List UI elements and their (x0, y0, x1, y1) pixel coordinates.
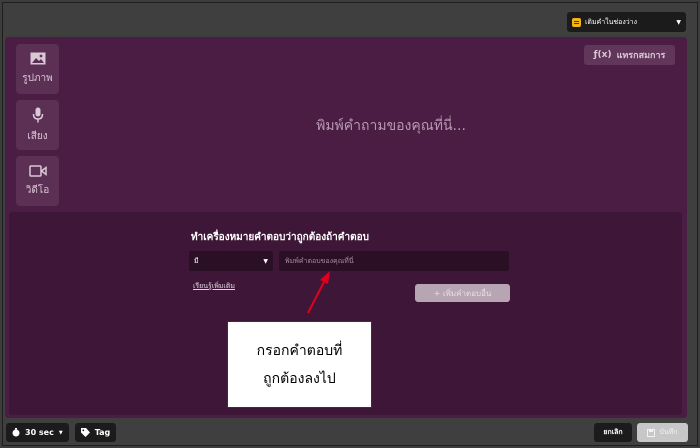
add-audio-label: เสียง (27, 130, 48, 142)
add-image-button[interactable]: รูปภาพ (16, 44, 59, 94)
save-button[interactable]: บันทึก (637, 423, 688, 442)
chevron-down-icon: ▼ (263, 257, 268, 265)
timer-dropdown[interactable]: 30 sec ▼ (6, 423, 69, 442)
chevron-down-icon: ▼ (676, 18, 681, 26)
answer-title: ทำเครื่องหมายคำตอบว่าถูกต้องถ้าคำตอบ (191, 232, 369, 243)
chevron-down-icon: ▼ (58, 429, 63, 436)
microphone-icon (32, 107, 43, 122)
add-image-label: รูปภาพ (22, 73, 53, 84)
video-icon (28, 164, 47, 177)
bottom-toolbar: 30 sec ▼ Tag (6, 423, 117, 442)
annotation-note: กรอกคำตอบที่ ถูกต้องลงไป (227, 321, 372, 408)
add-audio-button[interactable]: เสียง (16, 100, 59, 150)
cancel-button[interactable]: ยกเลิก (594, 423, 632, 442)
tag-label: Tag (94, 428, 111, 437)
learn-more-link[interactable]: เรียนรู้เพิ่มเติม (193, 281, 235, 292)
question-type-dropdown[interactable]: เติมคำในช่องว่าง ▼ (567, 12, 686, 32)
insert-equation-button[interactable]: ƒ(x) แทรกสมการ (584, 45, 675, 65)
fill-blank-icon (572, 17, 581, 27)
image-icon (30, 52, 45, 65)
save-icon (647, 428, 656, 437)
annotation-arrow (307, 271, 330, 314)
stopwatch-icon (12, 428, 20, 437)
question-type-label: เติมคำในช่องว่าง (585, 17, 638, 26)
answer-condition-dropdown[interactable]: มี ▼ (189, 251, 273, 271)
add-answer-button[interactable]: + เพิ่มคำตอบอื่น (415, 284, 510, 302)
add-video-button[interactable]: วิดีโอ (16, 156, 59, 206)
annotation-line-1: กรอกคำตอบที่ (256, 342, 343, 359)
tag-icon (80, 428, 90, 437)
timer-label: 30 sec (25, 428, 54, 437)
annotation-line-2: ถูกต้องลงไป (263, 370, 336, 387)
save-label: บันทึก (659, 428, 678, 436)
insert-equation-label: แทรกสมการ (616, 51, 666, 61)
question-input[interactable]: พิมพ์คำถามของคุณที่นี่... (185, 115, 597, 137)
add-video-label: วิดีโอ (25, 184, 50, 196)
function-icon: ƒ(x) (593, 50, 612, 60)
answer-condition-value: มี (194, 256, 199, 265)
tag-button[interactable]: Tag (74, 423, 117, 442)
